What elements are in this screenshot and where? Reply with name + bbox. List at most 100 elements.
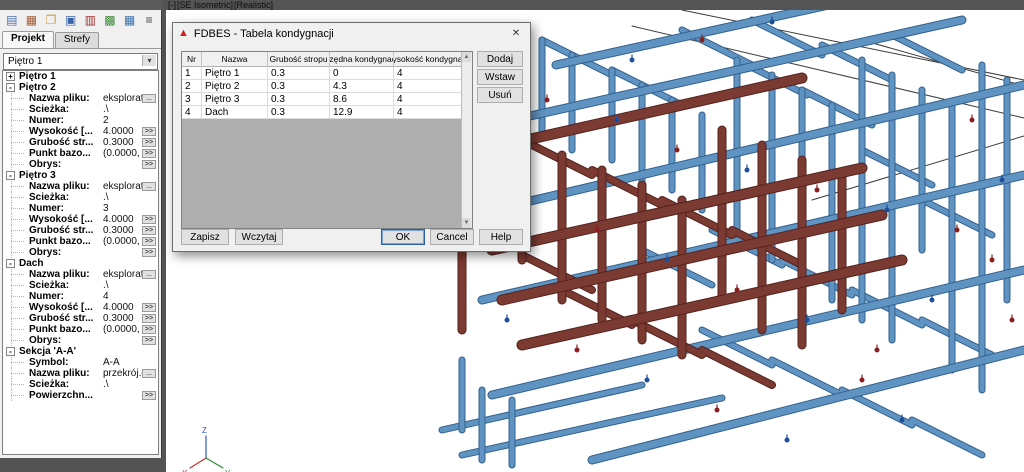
valve-marker[interactable] xyxy=(505,318,510,323)
expand-button[interactable]: >> xyxy=(142,215,156,224)
property-value[interactable]: .\ xyxy=(103,379,158,390)
close-icon[interactable]: ✕ xyxy=(502,23,530,44)
valve-marker[interactable] xyxy=(615,118,620,123)
tree-group-row[interactable]: -Piętro 2 xyxy=(3,82,158,93)
tree-expander-icon[interactable]: - xyxy=(6,171,15,180)
expand-button[interactable]: >> xyxy=(142,226,156,235)
valve-marker[interactable] xyxy=(675,148,680,153)
table-icon[interactable]: ▦ xyxy=(121,12,139,30)
expand-button[interactable]: >> xyxy=(142,127,156,136)
load-table-button[interactable]: Wczytaj xyxy=(235,229,283,245)
tree-group-row[interactable]: -Sekcja 'A-A' xyxy=(3,346,158,357)
tab-projekt[interactable]: Projekt xyxy=(2,31,54,48)
property-value[interactable]: eksplorat... xyxy=(103,93,142,104)
property-value[interactable]: (0.0000, 0.00 xyxy=(103,236,142,247)
expand-button[interactable]: >> xyxy=(142,336,156,345)
dialog-titlebar[interactable]: ▲ FDBES - Tabela kondygnacji ✕ xyxy=(173,23,530,44)
viewport-minimize-control[interactable]: [-] xyxy=(168,0,176,10)
ucs-y-axis[interactable] xyxy=(206,458,223,468)
property-value[interactable]: .\ xyxy=(103,104,158,115)
property-value[interactable]: 4.0000 xyxy=(103,126,142,137)
valve-marker[interactable] xyxy=(900,418,905,423)
property-value[interactable]: A-A xyxy=(103,357,158,368)
expand-button[interactable]: >> xyxy=(142,149,156,158)
tree-group-row[interactable]: -Dach xyxy=(3,258,158,269)
property-value[interactable]: 0.3000 xyxy=(103,137,142,148)
viewport-view-control[interactable]: [SE Isometric] xyxy=(177,0,233,10)
browse-button[interactable]: ... xyxy=(142,94,156,103)
table-row[interactable]: 2Piętro 20.34.34 xyxy=(182,80,472,93)
zones-icon[interactable]: ▩ xyxy=(101,12,119,30)
valve-marker[interactable] xyxy=(930,298,935,303)
property-value[interactable]: .\ xyxy=(103,280,158,291)
valve-marker[interactable] xyxy=(545,98,550,103)
valve-marker[interactable] xyxy=(700,38,705,43)
table-row[interactable]: 3Piętro 30.38.64 xyxy=(182,93,472,106)
valve-marker[interactable] xyxy=(815,188,820,193)
ok-button[interactable]: OK xyxy=(381,229,425,245)
expand-button[interactable]: >> xyxy=(142,248,156,257)
tree-expander-icon[interactable]: - xyxy=(6,259,15,268)
floors-icon[interactable]: ▦ xyxy=(23,12,41,30)
expand-button[interactable]: >> xyxy=(142,314,156,323)
table-scrollbar[interactable]: ▲ ▼ xyxy=(461,52,472,228)
ucs-x-axis[interactable] xyxy=(190,458,206,468)
expand-button[interactable]: >> xyxy=(142,237,156,246)
property-value[interactable]: eksplorat... xyxy=(103,181,142,192)
property-value[interactable]: (0.0000, 0.00 xyxy=(103,324,142,335)
viewport-visual-style-control[interactable]: [Realistic] xyxy=(234,0,273,10)
tree-expander-icon[interactable]: + xyxy=(6,72,15,81)
pipe-segment[interactable] xyxy=(462,398,722,455)
valve-marker[interactable] xyxy=(630,58,635,63)
browse-button[interactable]: ... xyxy=(142,270,156,279)
tree-group-row[interactable]: +Piętro 1 xyxy=(3,71,158,82)
expand-button[interactable]: >> xyxy=(142,325,156,334)
valve-marker[interactable] xyxy=(970,118,975,123)
property-value[interactable]: 2 xyxy=(103,115,158,126)
expand-button[interactable]: >> xyxy=(142,138,156,147)
valve-marker[interactable] xyxy=(575,348,580,353)
property-value[interactable]: (0.0000, 0.00 xyxy=(103,148,142,159)
pipe-segment[interactable] xyxy=(892,35,962,70)
expand-button[interactable]: >> xyxy=(142,391,156,400)
save-table-button[interactable]: Zapisz xyxy=(181,229,229,245)
valve-marker[interactable] xyxy=(860,378,865,383)
valve-marker[interactable] xyxy=(715,408,720,413)
valve-marker[interactable] xyxy=(1010,318,1015,323)
help-button[interactable]: Help xyxy=(479,229,523,245)
property-value[interactable]: 3 xyxy=(103,203,158,214)
save-icon[interactable]: ▣ xyxy=(62,12,80,30)
tree-group-row[interactable]: -Piętro 3 xyxy=(3,170,158,181)
browse-button[interactable]: ... xyxy=(142,369,156,378)
valve-marker[interactable] xyxy=(770,20,775,25)
valve-marker[interactable] xyxy=(595,228,600,233)
valve-marker[interactable] xyxy=(805,318,810,323)
table-row[interactable]: 4Dach0.312.94 xyxy=(182,106,472,119)
pipe-segment[interactable] xyxy=(522,140,592,175)
table-row[interactable]: 1Piętro 10.304 xyxy=(182,67,472,80)
open-icon[interactable]: ❐ xyxy=(42,12,60,30)
property-value[interactable]: 4.0000 xyxy=(103,214,142,225)
cancel-button[interactable]: Cancel xyxy=(430,229,474,245)
tree-expander-icon[interactable]: - xyxy=(6,347,15,356)
property-value[interactable]: 4 xyxy=(103,291,158,302)
floor-combo[interactable]: Piętro 1 ▾ xyxy=(3,53,158,70)
property-value[interactable]: eksplorat... xyxy=(103,269,142,280)
tab-strefy[interactable]: Strefy xyxy=(55,32,99,48)
property-value[interactable]: 0.3000 xyxy=(103,313,142,324)
pipe-segment[interactable] xyxy=(912,420,982,455)
valve-marker[interactable] xyxy=(745,168,750,173)
pipe-segment[interactable] xyxy=(702,350,772,385)
property-value[interactable]: 4.0000 xyxy=(103,302,142,313)
valve-marker[interactable] xyxy=(785,438,790,443)
list-icon[interactable]: ≡ xyxy=(140,12,158,30)
add-floor-button[interactable]: Dodaj xyxy=(477,51,523,67)
valve-marker[interactable] xyxy=(955,228,960,233)
delete-floor-button[interactable]: Usuń xyxy=(477,87,523,103)
valve-marker[interactable] xyxy=(1000,178,1005,183)
import-icon[interactable]: ▥ xyxy=(82,12,100,30)
new-project-icon[interactable]: ▤ xyxy=(3,12,21,30)
property-value[interactable]: 0.3000 xyxy=(103,225,142,236)
valve-marker[interactable] xyxy=(875,348,880,353)
scroll-up-icon[interactable]: ▲ xyxy=(462,52,471,62)
